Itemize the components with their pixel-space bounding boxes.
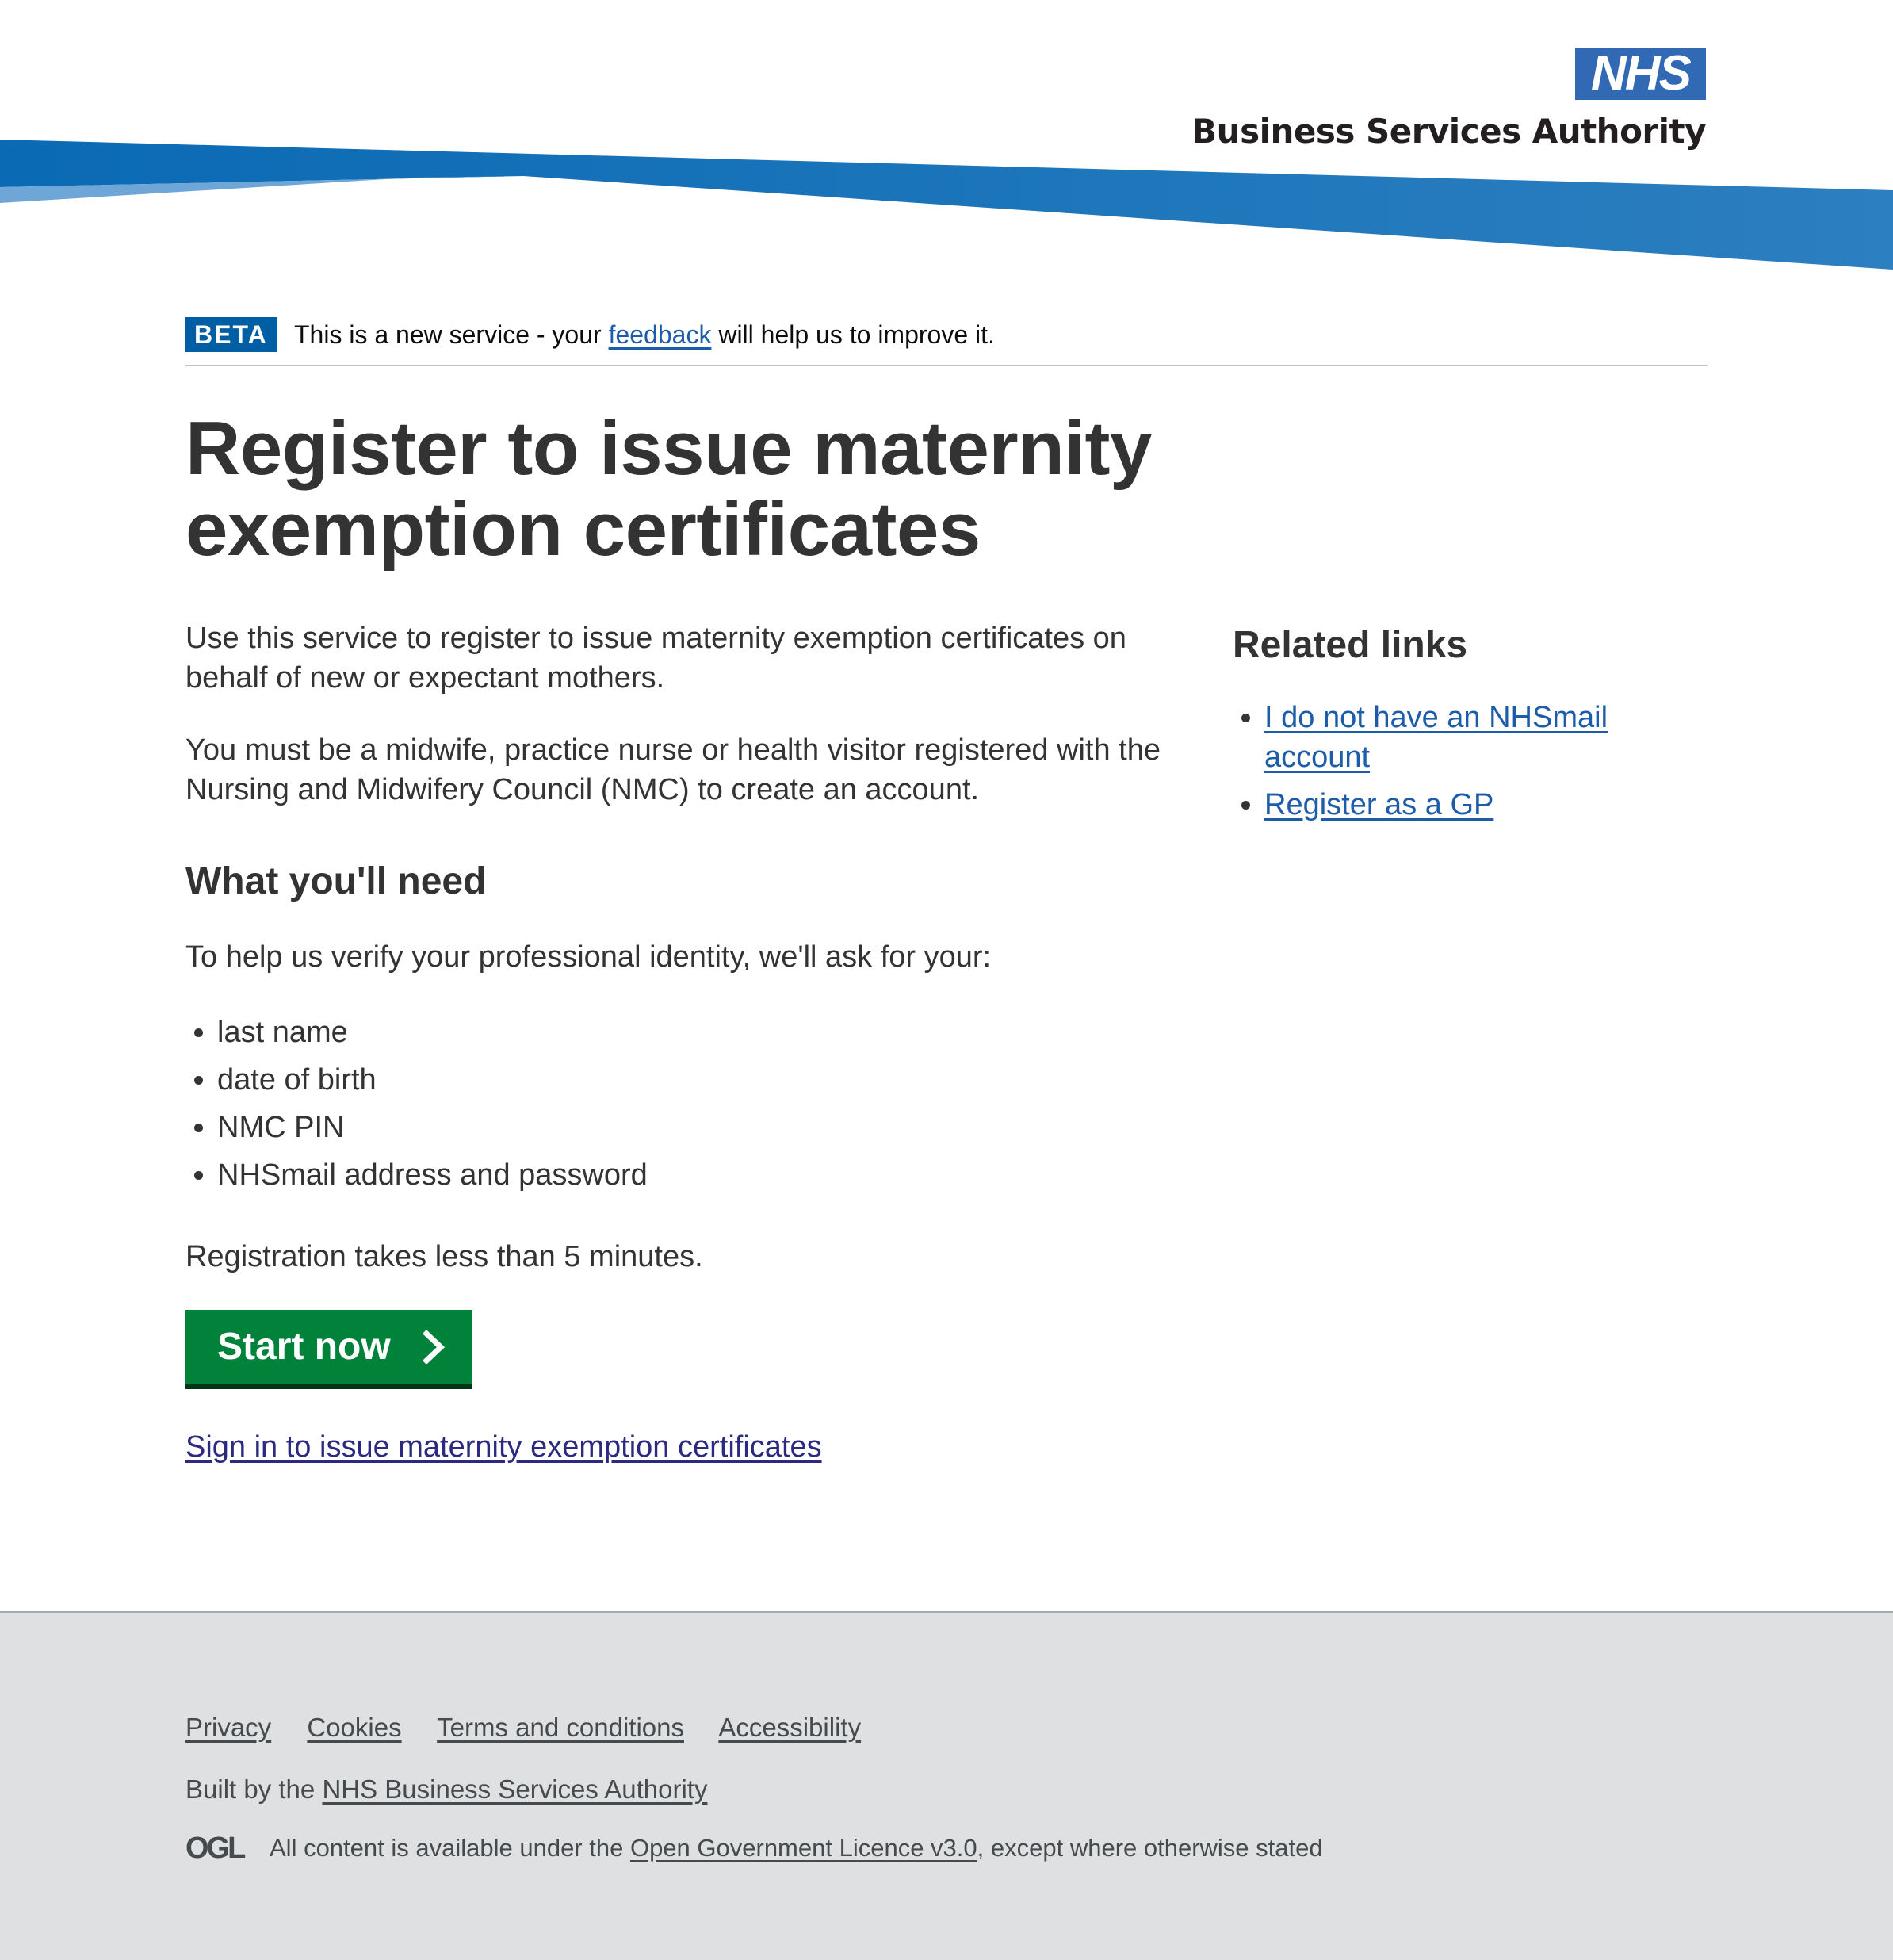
- list-item: last name: [217, 1009, 648, 1056]
- related-links-heading: Related links: [1233, 624, 1468, 666]
- footer-link-accessibility[interactable]: Accessibility: [718, 1713, 861, 1742]
- start-now-button[interactable]: Start now: [185, 1310, 472, 1384]
- intro-paragraph: Use this service to register to issue ma…: [185, 622, 1126, 695]
- organisation-name: Business Services Authority: [1191, 112, 1706, 151]
- licence-prefix: All content is available under the: [270, 1834, 630, 1862]
- footer-link-cookies[interactable]: Cookies: [307, 1713, 401, 1742]
- list-item: I do not have an NHSmail account: [1264, 698, 1708, 777]
- licence-text: All content is available under the Open …: [270, 1830, 1323, 1866]
- list-item: date of birth: [217, 1056, 648, 1104]
- list-item: Register as a GP: [1264, 785, 1708, 825]
- what-you-need-heading: What you'll need: [185, 860, 487, 902]
- site-footer: Privacy Cookies Terms and conditions Acc…: [0, 1611, 1893, 1960]
- page-title: Register to issue maternity exemption ce…: [185, 406, 1152, 572]
- licence-suffix: , except where otherwise stated: [977, 1834, 1323, 1862]
- footer-link-privacy[interactable]: Privacy: [185, 1713, 271, 1742]
- beta-tag: BETA: [185, 317, 277, 352]
- footer-link-terms[interactable]: Terms and conditions: [437, 1713, 684, 1742]
- footer-links: Privacy Cookies Terms and conditions Acc…: [185, 1709, 889, 1746]
- phase-banner-text-suffix: will help us to improve it.: [711, 320, 995, 349]
- built-by-prefix: Built by the: [185, 1774, 323, 1804]
- nhs-logo[interactable]: NHS: [1575, 48, 1706, 100]
- duration-text: Registration takes less than 5 minutes.: [185, 1240, 703, 1273]
- ogl-logo-icon: OGL: [185, 1833, 248, 1860]
- related-links-list: I do not have an NHSmail account Registe…: [1233, 698, 1708, 833]
- phase-banner-text: This is a new service - your feedback wi…: [294, 317, 995, 352]
- phase-banner-text-prefix: This is a new service - your: [294, 320, 609, 349]
- site-header: NHS Business Services Authority: [0, 0, 1893, 285]
- eligibility-paragraph: You must be a midwife, practice nurse or…: [185, 733, 1161, 806]
- phase-banner: BETA This is a new service - your feedba…: [185, 316, 1708, 366]
- feedback-link[interactable]: feedback: [609, 320, 712, 349]
- register-gp-link[interactable]: Register as a GP: [1264, 788, 1493, 821]
- what-you-need-intro: To help us verify your professional iden…: [185, 940, 992, 974]
- ogl-link[interactable]: Open Government Licence v3.0: [630, 1834, 977, 1862]
- requirements-list: last name date of birth NMC PIN NHSmail …: [185, 1009, 648, 1199]
- start-now-label: Start now: [217, 1326, 391, 1368]
- list-item: NMC PIN: [217, 1104, 648, 1151]
- nhsbsa-link[interactable]: NHS Business Services Authority: [322, 1774, 707, 1804]
- ogl-logo-text: OGL: [185, 1833, 246, 1860]
- no-nhsmail-link[interactable]: I do not have an NHSmail account: [1264, 701, 1608, 774]
- chevron-right-icon: [423, 1330, 446, 1364]
- built-by-text: Built by the NHS Business Services Autho…: [185, 1771, 707, 1808]
- sign-in-link[interactable]: Sign in to issue maternity exemption cer…: [185, 1427, 822, 1467]
- list-item: NHSmail address and password: [217, 1151, 648, 1199]
